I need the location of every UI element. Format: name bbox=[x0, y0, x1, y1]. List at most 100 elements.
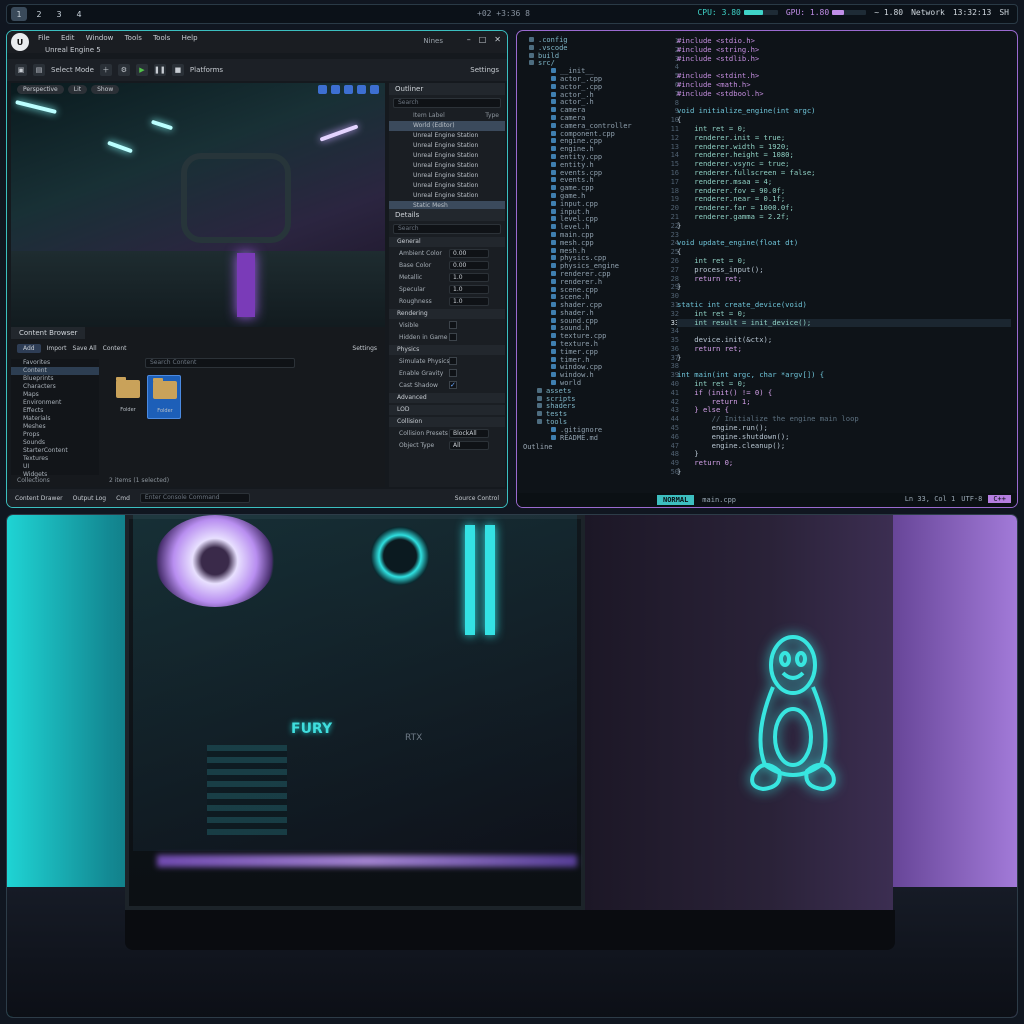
details-section-general[interactable]: General bbox=[389, 237, 505, 247]
menu-tools-2[interactable]: Tools bbox=[153, 34, 170, 42]
settings-button[interactable]: Settings bbox=[470, 66, 499, 74]
explorer-file[interactable]: world bbox=[523, 379, 647, 388]
explorer-file[interactable]: window.h bbox=[523, 371, 647, 380]
details-search-input[interactable]: Search bbox=[393, 224, 501, 234]
code-line[interactable] bbox=[677, 99, 1011, 108]
workspace-1[interactable]: 1 bbox=[11, 7, 27, 21]
code-line[interactable]: renderer.msaa = 4; bbox=[677, 178, 1011, 187]
code-line[interactable]: } bbox=[677, 468, 1011, 477]
code-line[interactable]: renderer.fov = 90.0f; bbox=[677, 187, 1011, 196]
code-line[interactable]: } bbox=[677, 450, 1011, 459]
code-line[interactable]: #include <string.h> bbox=[677, 46, 1011, 55]
outliner-row[interactable]: Unreal Engine Station bbox=[389, 151, 505, 161]
code-line[interactable]: return 0; bbox=[677, 459, 1011, 468]
code-line[interactable]: void update_engine(float dt) bbox=[677, 239, 1011, 248]
code-line[interactable]: int ret = 0; bbox=[677, 310, 1011, 319]
collections-label[interactable]: Collections bbox=[17, 477, 50, 484]
scale-icon[interactable] bbox=[344, 84, 353, 94]
folder-tree-item[interactable]: Effects bbox=[11, 407, 99, 415]
code-line[interactable]: renderer.fullscreen = false; bbox=[677, 169, 1011, 178]
folder-tree-item[interactable]: Props bbox=[11, 431, 99, 439]
code-line[interactable]: #include <stdbool.h> bbox=[677, 90, 1011, 99]
play-icon[interactable]: ▶ bbox=[135, 64, 148, 76]
session-label[interactable]: SH bbox=[999, 8, 1009, 17]
code-area[interactable]: #include <stdio.h> #include <string.h> #in… bbox=[677, 37, 1011, 483]
import-button[interactable]: Import bbox=[47, 345, 67, 352]
workspace-2[interactable]: 2 bbox=[31, 7, 47, 21]
code-line[interactable]: renderer.vsync = true; bbox=[677, 160, 1011, 169]
viewport-show-button[interactable]: Show bbox=[91, 84, 120, 94]
outliner-row[interactable]: Unreal Engine Station bbox=[389, 171, 505, 181]
outline-label[interactable]: Outline bbox=[523, 444, 647, 452]
code-line[interactable]: int ret = 0; bbox=[677, 125, 1011, 134]
code-line[interactable] bbox=[677, 327, 1011, 336]
prop-checkbox-checked[interactable]: ✓ bbox=[449, 381, 457, 389]
folder-tree-item[interactable]: Favorites bbox=[11, 359, 99, 367]
code-line[interactable]: #include <stdlib.h> bbox=[677, 55, 1011, 64]
code-line[interactable]: return 1; bbox=[677, 398, 1011, 407]
prop-dropdown[interactable]: All bbox=[449, 440, 489, 450]
prop-checkbox[interactable] bbox=[449, 321, 457, 329]
stop-icon[interactable]: ■ bbox=[171, 64, 184, 76]
details-section-lod[interactable]: LOD bbox=[389, 405, 505, 415]
level-tab[interactable]: Unreal Engine 5 bbox=[45, 46, 101, 56]
translate-icon[interactable] bbox=[318, 84, 327, 94]
console-command-input[interactable]: Enter Console Command bbox=[139, 493, 250, 503]
content-search-input[interactable]: Search Content bbox=[145, 358, 295, 368]
code-line[interactable]: engine.shutdown(); bbox=[677, 433, 1011, 442]
explorer-file[interactable]: README.md bbox=[523, 434, 647, 443]
code-line[interactable] bbox=[677, 292, 1011, 301]
breadcrumb[interactable]: Content bbox=[103, 345, 127, 352]
details-section-rendering[interactable]: Rendering bbox=[389, 309, 505, 319]
menu-file[interactable]: File bbox=[38, 34, 50, 42]
prop-value[interactable]: 1.0 bbox=[449, 284, 489, 294]
code-line[interactable]: { bbox=[677, 248, 1011, 257]
folder-tree-item[interactable]: UI bbox=[11, 463, 99, 471]
folder-tile-selected[interactable]: Folder bbox=[147, 375, 181, 419]
code-line[interactable]: #include <stdio.h> bbox=[677, 37, 1011, 46]
prop-value[interactable]: 0.00 bbox=[449, 260, 489, 270]
prop-dropdown[interactable]: BlockAll bbox=[449, 428, 489, 438]
level-viewport[interactable]: Perspective Lit Show bbox=[11, 83, 385, 327]
prop-checkbox[interactable] bbox=[449, 369, 457, 377]
code-line[interactable]: // Initialize the engine main loop bbox=[677, 415, 1011, 424]
folder-tree-item[interactable]: Sounds bbox=[11, 439, 99, 447]
prop-value[interactable]: 1.0 bbox=[449, 296, 489, 306]
code-line[interactable]: renderer.init = true; bbox=[677, 134, 1011, 143]
rotate-icon[interactable] bbox=[331, 84, 340, 94]
outliner-row[interactable]: Unreal Engine Station bbox=[389, 161, 505, 171]
code-line[interactable]: int main(int argc, char *argv[]) { bbox=[677, 371, 1011, 380]
outliner-col-label[interactable]: Item Label bbox=[413, 111, 445, 121]
prop-value[interactable]: 1.0 bbox=[449, 272, 489, 282]
prop-value[interactable]: 0.00 bbox=[449, 248, 489, 258]
explorer-folder[interactable]: assets bbox=[523, 387, 647, 396]
grid-icon[interactable] bbox=[370, 84, 379, 94]
code-line[interactable]: renderer.height = 1080; bbox=[677, 151, 1011, 160]
mode-selector[interactable]: Select Mode bbox=[51, 66, 94, 74]
menu-help[interactable]: Help bbox=[182, 34, 198, 42]
explorer-folder[interactable]: tests bbox=[523, 410, 647, 419]
code-line[interactable]: } bbox=[677, 283, 1011, 292]
prop-checkbox[interactable] bbox=[449, 333, 457, 341]
menu-edit[interactable]: Edit bbox=[61, 34, 75, 42]
outliner-row[interactable]: Unreal Engine Station bbox=[389, 141, 505, 151]
blueprint-icon[interactable]: ⚙ bbox=[117, 64, 130, 76]
code-line[interactable]: renderer.near = 0.1f; bbox=[677, 195, 1011, 204]
code-line[interactable] bbox=[677, 362, 1011, 371]
code-line[interactable] bbox=[677, 63, 1011, 72]
outliner-row[interactable]: World (Editor) bbox=[389, 121, 505, 131]
code-line[interactable]: { bbox=[677, 116, 1011, 125]
workspace-4[interactable]: 4 bbox=[71, 7, 87, 21]
outliner-col-type[interactable]: Type bbox=[485, 111, 499, 121]
code-line[interactable]: renderer.width = 1920; bbox=[677, 143, 1011, 152]
outliner-row[interactable]: Unreal Engine Station bbox=[389, 131, 505, 141]
content-drawer-button[interactable]: Content Drawer bbox=[15, 495, 63, 502]
folder-tree-item[interactable]: Materials bbox=[11, 415, 99, 423]
folder-tree-item[interactable]: Maps bbox=[11, 391, 99, 399]
code-line[interactable]: int ret = 0; bbox=[677, 257, 1011, 266]
cb-settings-button[interactable]: Settings bbox=[352, 345, 377, 352]
language-mode[interactable]: C++ bbox=[988, 495, 1011, 503]
code-line[interactable]: static int create_device(void) bbox=[677, 301, 1011, 310]
code-line[interactable]: engine.cleanup(); bbox=[677, 442, 1011, 451]
menu-window[interactable]: Window bbox=[86, 34, 114, 42]
